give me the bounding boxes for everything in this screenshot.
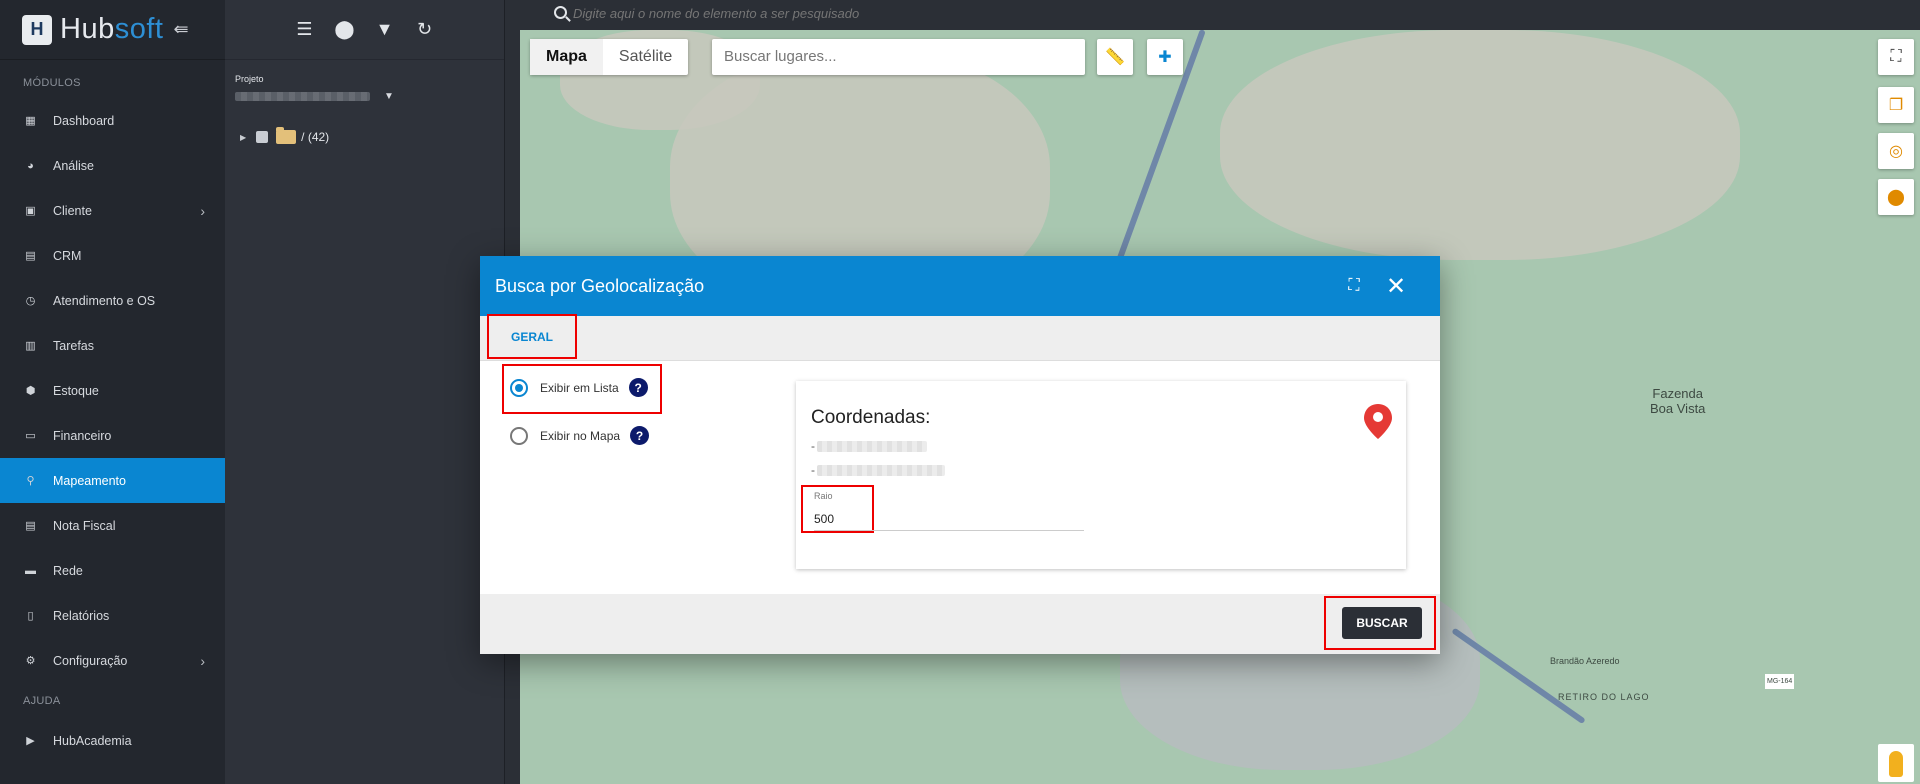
dialog-tabs: GERAL bbox=[480, 313, 1440, 361]
dialog-footer: BUSCAR bbox=[480, 594, 1440, 654]
option-label: Exibir em Lista bbox=[540, 380, 619, 395]
close-icon[interactable]: ✕ bbox=[1382, 272, 1410, 300]
option-exibir-em-lista[interactable]: Exibir em Lista ? bbox=[510, 378, 648, 397]
option-exibir-no-mapa[interactable]: Exibir no Mapa ? bbox=[510, 426, 650, 445]
maximize-icon[interactable]: ⛶ bbox=[1340, 272, 1368, 300]
geolocation-search-dialog: Busca por Geolocalização ⛶ ✕ GERAL Exibi… bbox=[480, 256, 1440, 654]
dialog-header: Busca por Geolocalização ⛶ ✕ bbox=[480, 256, 1440, 316]
option-label: Exibir no Mapa bbox=[540, 428, 621, 443]
radius-input[interactable] bbox=[814, 507, 1084, 531]
radio-exibir-em-lista[interactable] bbox=[510, 378, 528, 397]
coordinates-title: Coordenadas: bbox=[811, 407, 931, 428]
help-icon[interactable]: ? bbox=[628, 378, 648, 397]
radius-label: Raio bbox=[814, 491, 833, 501]
longitude-value: - bbox=[811, 463, 945, 477]
tab-geral[interactable]: GERAL bbox=[487, 313, 577, 359]
coordinates-card: Coordenadas: - - Raio bbox=[796, 381, 1406, 569]
dialog-title: Busca por Geolocalização bbox=[495, 275, 705, 296]
latitude-value: - bbox=[811, 439, 927, 453]
buscar-button[interactable]: BUSCAR bbox=[1342, 607, 1422, 639]
help-icon[interactable]: ? bbox=[630, 426, 650, 445]
location-pin-icon bbox=[1364, 404, 1392, 439]
radio-exibir-no-mapa[interactable] bbox=[510, 426, 528, 445]
dialog-body: Exibir em Lista ? Exibir no Mapa ? Coord… bbox=[480, 361, 1440, 587]
